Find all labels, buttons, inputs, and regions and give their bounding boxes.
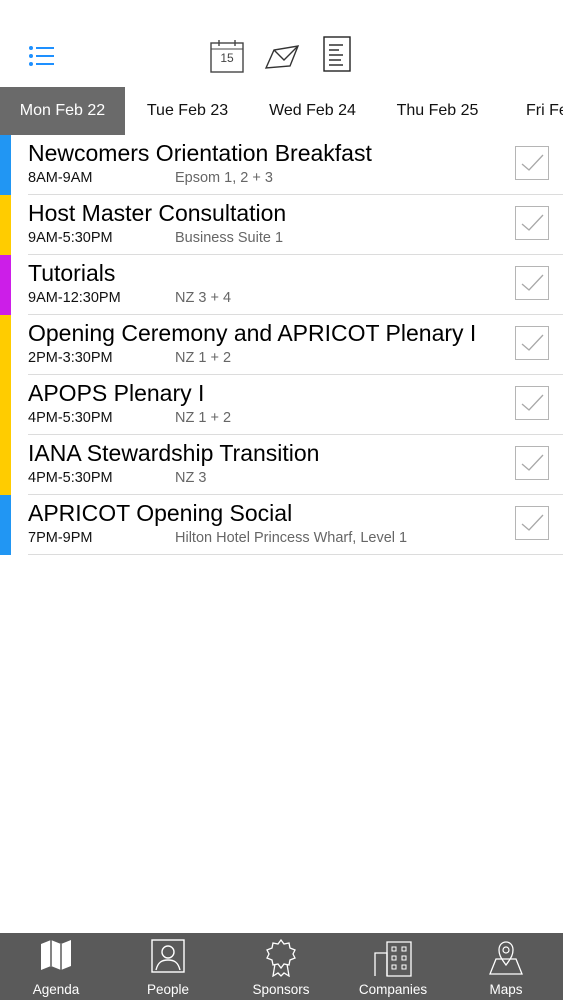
building-icon [374, 941, 412, 977]
event-location: Business Suite 1 [175, 230, 284, 246]
event-time: 7PM-9PM [28, 530, 93, 546]
add-to-schedule-checkbox[interactable] [515, 266, 549, 300]
add-to-schedule-checkbox[interactable] [515, 146, 549, 180]
tab-companies[interactable]: Companies [337, 933, 449, 1000]
event-color-bar [0, 135, 11, 195]
map-pin-icon [489, 941, 523, 975]
checkmark-icon [521, 514, 544, 531]
tab-label: People [146, 982, 190, 997]
event-title: Tutorials [28, 260, 116, 286]
event-title: IANA Stewardship Transition [28, 440, 320, 466]
add-to-schedule-checkbox[interactable] [515, 206, 549, 240]
top-toolbar: 15 [0, 0, 563, 87]
tab-sponsors[interactable]: Sponsors [225, 933, 337, 1000]
event-time: 4PM-5:30PM [28, 470, 113, 486]
event-location: NZ 3 [175, 470, 207, 486]
checkmark-icon [521, 454, 544, 471]
event-title: Opening Ceremony and APRICOT Plenary I [28, 320, 477, 346]
date-tab-thu-feb-25[interactable]: Thu Feb 25 [375, 87, 500, 135]
event-color-bar [0, 375, 11, 435]
document-icon[interactable] [323, 36, 351, 72]
event-row[interactable]: Tutorials 9AM-12:30PM NZ 3 + 4 [0, 255, 563, 315]
event-time: 8AM-9AM [28, 170, 93, 186]
calendar-icon[interactable]: 15 [210, 39, 244, 73]
event-location: NZ 1 + 2 [175, 410, 232, 426]
checkmark-icon [521, 334, 544, 351]
event-row[interactable]: APOPS Plenary I 4PM-5:30PM NZ 1 + 2 [0, 375, 563, 435]
tab-label: Sponsors [252, 982, 310, 997]
tab-label: Agenda [32, 982, 80, 997]
checkmark-icon [521, 274, 544, 291]
date-tab-mon-feb-22[interactable]: Mon Feb 22 [0, 87, 125, 135]
event-color-bar [0, 195, 11, 255]
row-divider [28, 554, 563, 555]
tab-label: Maps [489, 982, 523, 997]
list-icon[interactable] [28, 45, 56, 67]
checkmark-icon [521, 394, 544, 411]
add-to-schedule-checkbox[interactable] [515, 506, 549, 540]
event-title: APOPS Plenary I [28, 380, 205, 406]
tab-agenda[interactable]: Agenda [0, 933, 112, 1000]
add-to-schedule-checkbox[interactable] [515, 386, 549, 420]
event-time: 9AM-12:30PM [28, 290, 121, 306]
event-title: Host Master Consultation [28, 200, 287, 226]
event-time: 2PM-3:30PM [28, 350, 113, 366]
calendar-day: 15 [220, 51, 234, 65]
event-title: APRICOT Opening Social [28, 500, 293, 526]
event-row[interactable]: Newcomers Orientation Breakfast 8AM-9AM … [0, 135, 563, 195]
date-tab-fri-feb-26[interactable]: Fri Feb 26 [500, 87, 563, 135]
event-row[interactable]: Host Master Consultation 9AM-5:30PM Busi… [0, 195, 563, 255]
tab-maps[interactable]: Maps [450, 933, 562, 1000]
add-to-schedule-checkbox[interactable] [515, 326, 549, 360]
event-time: 4PM-5:30PM [28, 410, 113, 426]
bottom-tab-bar: Agenda People Sponsors Companies Maps [0, 933, 563, 1000]
tab-people[interactable]: People [112, 933, 224, 1000]
badge-icon [266, 939, 296, 977]
event-location: Epsom 1, 2 + 3 [175, 170, 273, 186]
date-tab-wed-feb-24[interactable]: Wed Feb 24 [250, 87, 375, 135]
event-color-bar [0, 435, 11, 495]
event-location: NZ 3 + 4 [175, 290, 232, 306]
event-color-bar [0, 315, 11, 375]
event-title: Newcomers Orientation Breakfast [28, 140, 372, 166]
person-icon [151, 939, 185, 973]
event-location: NZ 1 + 2 [175, 350, 232, 366]
event-row[interactable]: Opening Ceremony and APRICOT Plenary I 2… [0, 315, 563, 375]
date-tab-bar: Mon Feb 22 Tue Feb 23 Wed Feb 24 Thu Feb… [0, 87, 563, 135]
checkmark-icon [521, 214, 544, 231]
event-list: Newcomers Orientation Breakfast 8AM-9AM … [0, 135, 563, 555]
tab-label: Companies [358, 982, 428, 997]
add-to-schedule-checkbox[interactable] [515, 446, 549, 480]
map-icon [41, 940, 71, 970]
event-color-bar [0, 255, 11, 315]
event-row[interactable]: IANA Stewardship Transition 4PM-5:30PM N… [0, 435, 563, 495]
event-location: Hilton Hotel Princess Wharf, Level 1 [175, 530, 408, 546]
date-tab-tue-feb-23[interactable]: Tue Feb 23 [125, 87, 250, 135]
mail-icon[interactable] [264, 44, 300, 70]
checkmark-icon [521, 154, 544, 171]
event-time: 9AM-5:30PM [28, 230, 113, 246]
event-row[interactable]: APRICOT Opening Social 7PM-9PM Hilton Ho… [0, 495, 563, 555]
event-color-bar [0, 495, 11, 555]
